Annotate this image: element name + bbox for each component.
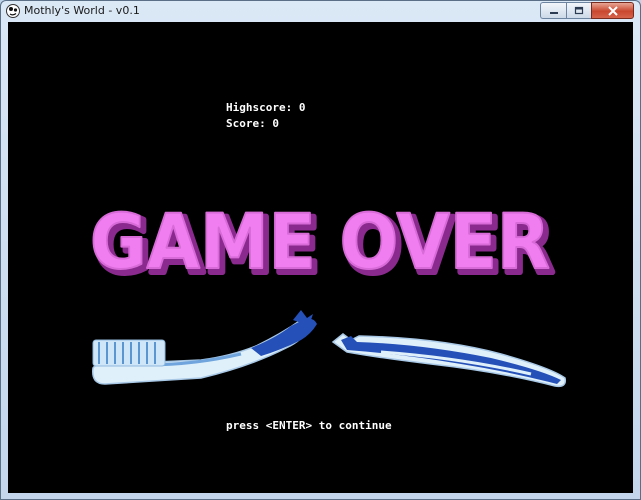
- close-button[interactable]: [591, 2, 634, 19]
- toothbrush-left-piece: [92, 310, 317, 385]
- score-line: Score: 0: [226, 117, 279, 130]
- continue-prompt: press <ENTER> to continue: [226, 419, 392, 432]
- score-value: 0: [272, 117, 279, 130]
- highscore-value: 0: [298, 101, 306, 114]
- score-label: Score:: [226, 117, 266, 130]
- game-over-heading: GAME OVER: [90, 197, 550, 284]
- app-window: Mothly's World - v0.1 Highscore: 0 Score…: [0, 0, 641, 500]
- minimize-icon: [549, 11, 558, 14]
- title-bar[interactable]: Mothly's World - v0.1: [1, 1, 640, 22]
- app-icon: [6, 4, 20, 18]
- maximize-icon: [574, 6, 584, 15]
- window-title: Mothly's World - v0.1: [24, 4, 140, 17]
- highscore-line: Highscore: 0: [226, 101, 305, 114]
- close-icon: [607, 5, 618, 16]
- game-over-banner: GAME OVER GAME OVER: [89, 196, 557, 284]
- maximize-button[interactable]: [566, 2, 591, 19]
- game-canvas[interactable]: Highscore: 0 Score: 0 GAME OVER GAME OVE…: [8, 22, 633, 493]
- broken-toothbrush-image: [92, 310, 567, 388]
- highscore-label: Highscore:: [226, 101, 293, 114]
- minimize-button[interactable]: [540, 2, 566, 19]
- window-controls: [540, 2, 634, 20]
- toothbrush-right-piece: [331, 333, 567, 388]
